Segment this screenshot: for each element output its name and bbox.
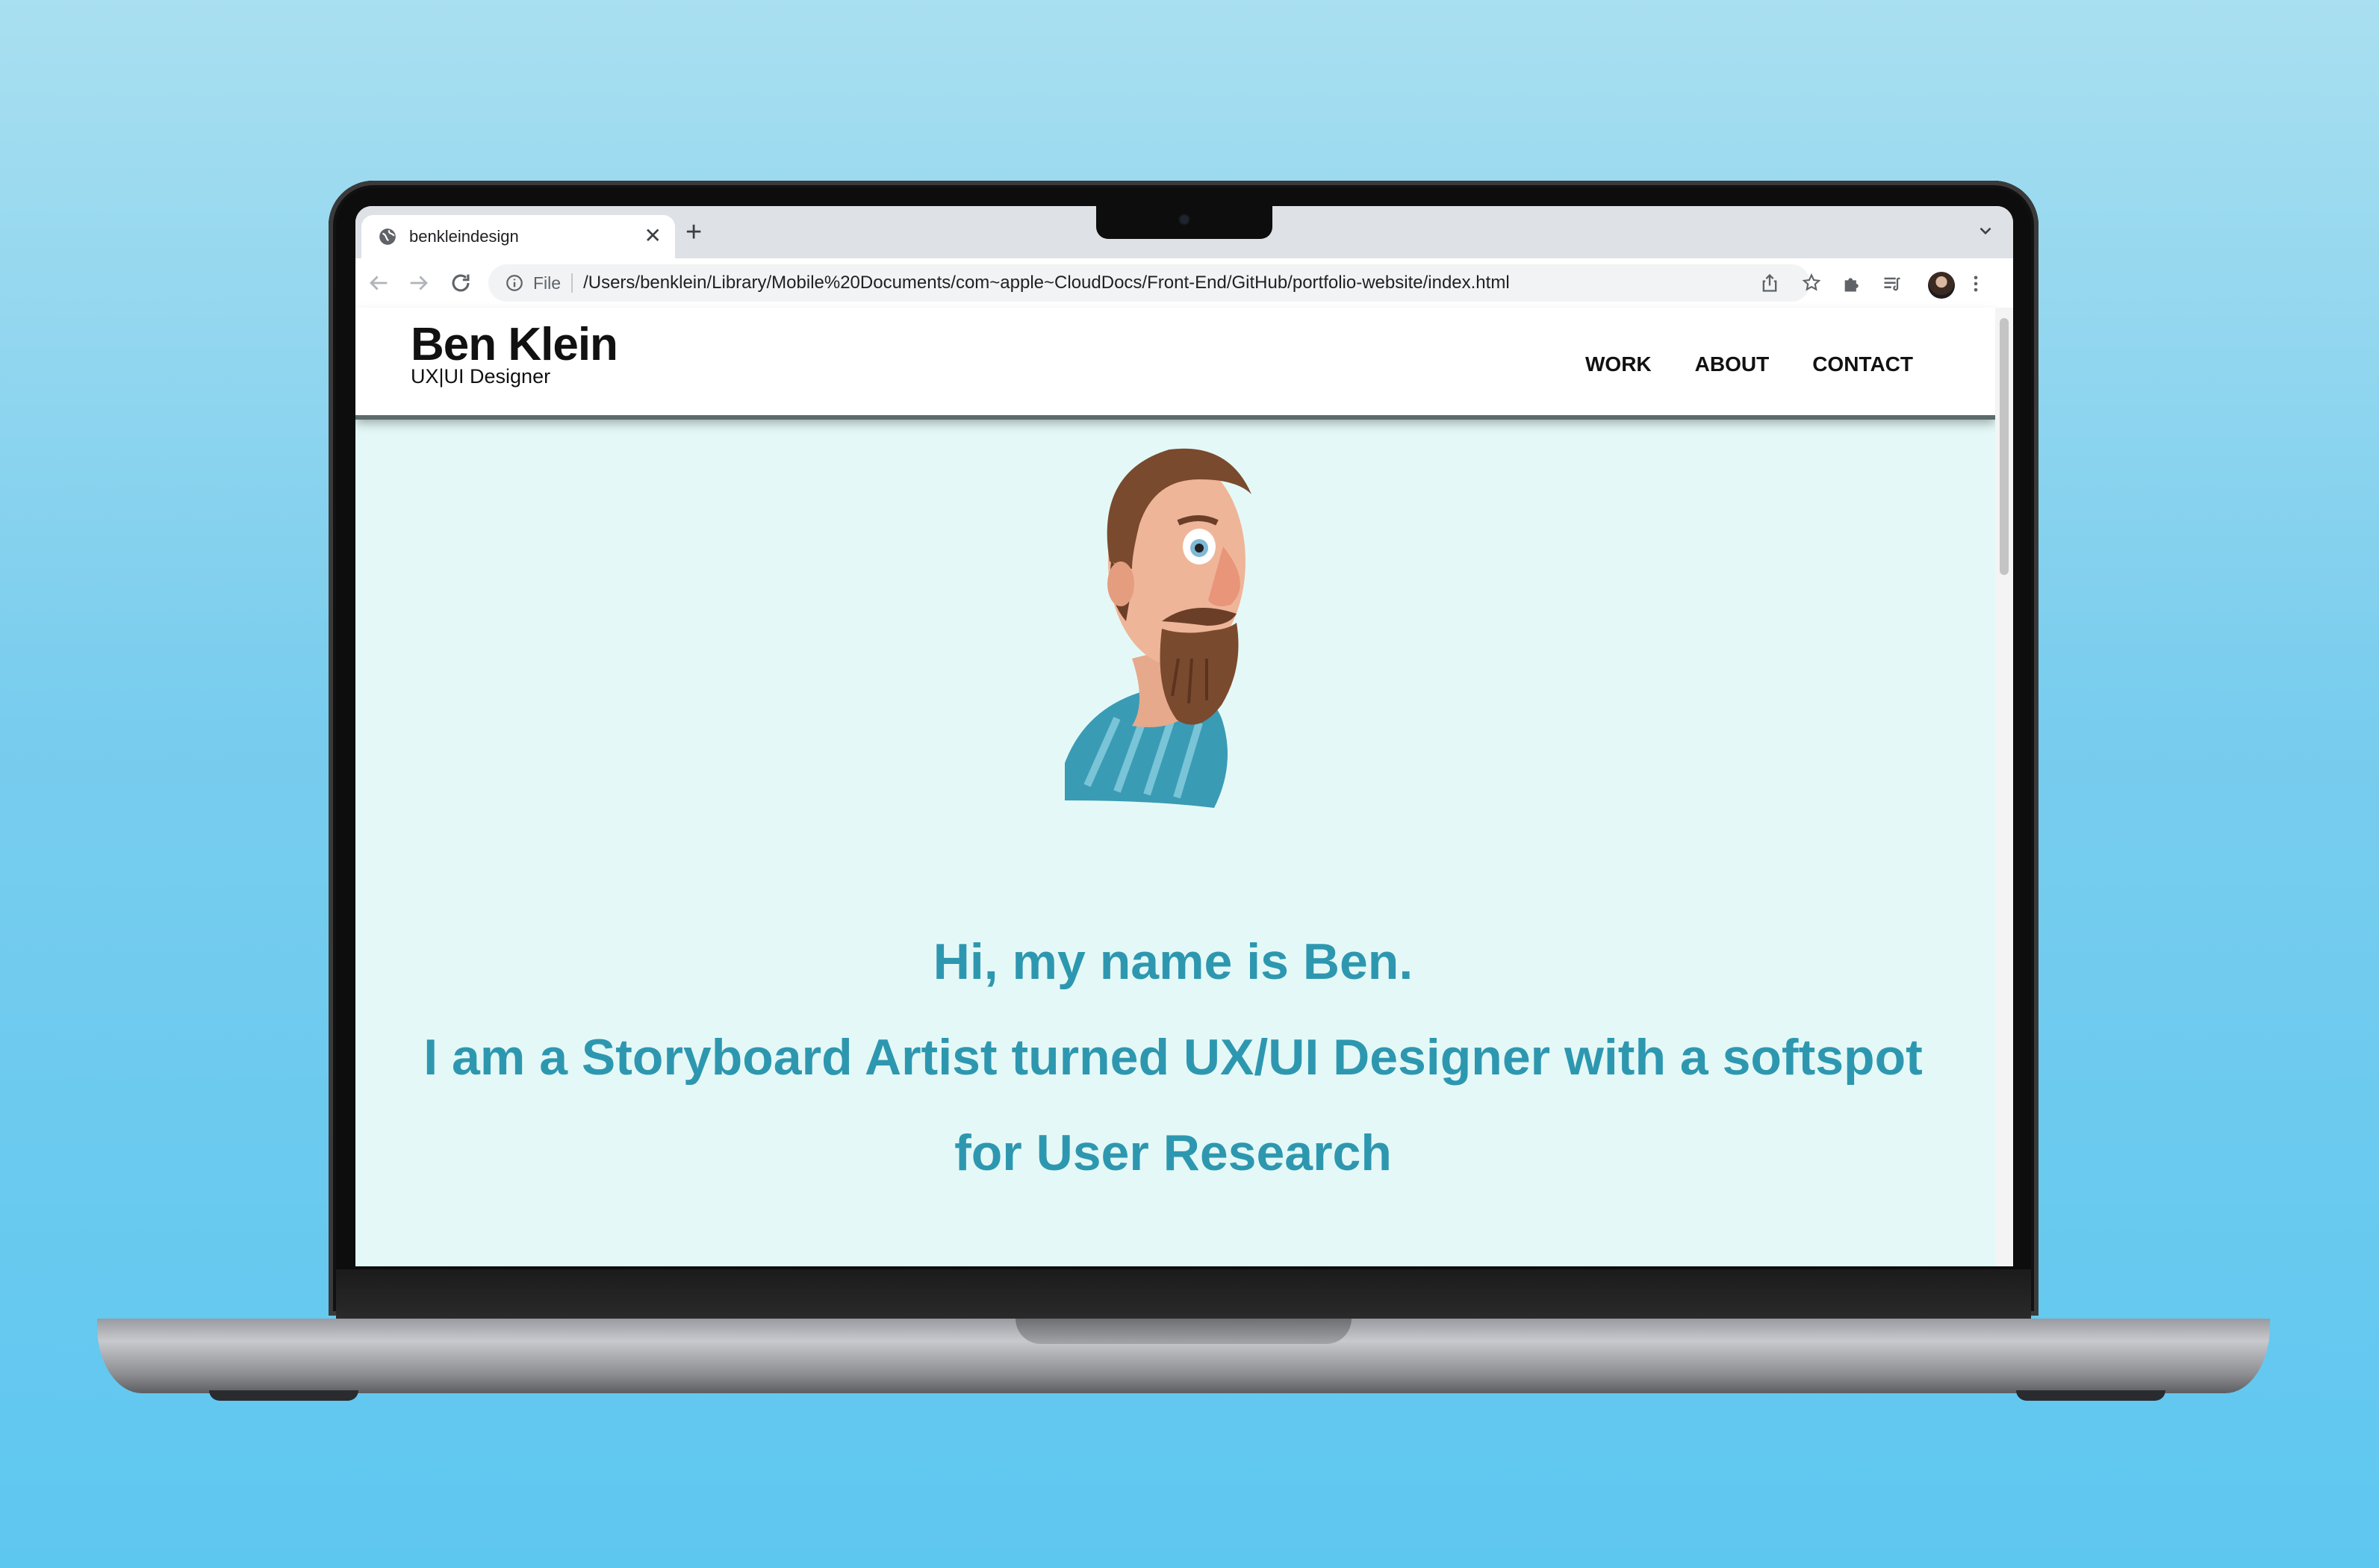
tab-title: benkleindesign — [409, 227, 519, 246]
share-icon[interactable] — [1759, 273, 1780, 293]
reading-list-icon[interactable] — [1882, 273, 1903, 294]
globe-icon — [379, 228, 396, 245]
brand-name: Ben Klein — [411, 319, 618, 370]
avatar[interactable] — [1928, 272, 1955, 299]
nav-link-about[interactable]: ABOUT — [1695, 352, 1770, 376]
chevron-down-icon[interactable] — [1976, 221, 1995, 240]
url-text[interactable]: /Users/benklein/Library/Mobile%20Documen… — [583, 273, 1510, 293]
more-icon[interactable] — [1965, 273, 1986, 294]
camera-icon — [1180, 215, 1189, 224]
laptop-chin — [336, 1269, 2031, 1319]
browser-tab[interactable]: benkleindesign ✕ — [361, 215, 675, 258]
laptop-foot — [2016, 1390, 2165, 1401]
hero-description: I am a Storyboard Artist turned UX/UI De… — [423, 1029, 1923, 1181]
site-nav: WORK ABOUT CONTACT — [1585, 352, 1913, 376]
scrollbar-thumb[interactable] — [2000, 318, 2009, 575]
scheme-label: File — [533, 273, 562, 293]
star-icon[interactable] — [1801, 273, 1822, 293]
laptop-foot — [209, 1390, 358, 1401]
nav-link-work[interactable]: WORK — [1585, 352, 1652, 376]
forward-icon[interactable] — [406, 270, 432, 296]
site-logo[interactable]: Ben Klein UX|UI Designer — [411, 319, 618, 388]
address-bar[interactable]: File /Users/benklein/Library/Mobile%20Do… — [488, 264, 1810, 302]
portrait-illustration — [1065, 448, 1251, 808]
browser-toolbar: File /Users/benklein/Library/Mobile%20Do… — [355, 258, 2013, 309]
plus-icon[interactable]: + — [685, 218, 702, 246]
page-scrollbar[interactable] — [1995, 308, 2013, 1266]
nav-link-contact[interactable]: CONTACT — [1812, 352, 1913, 376]
close-icon[interactable]: ✕ — [644, 225, 662, 246]
laptop-opening-notch — [1016, 1319, 1352, 1344]
hero-greeting: Hi, my name is Ben. — [933, 933, 1414, 990]
laptop-screen: benkleindesign ✕ + File /Users/benklein/… — [355, 206, 2013, 1266]
address-separator — [571, 273, 573, 293]
info-icon[interactable] — [505, 273, 524, 293]
puzzle-icon[interactable] — [1841, 273, 1862, 294]
reload-icon[interactable] — [448, 270, 473, 296]
back-icon[interactable] — [366, 270, 391, 296]
camera-notch — [1096, 206, 1272, 239]
hero-intro: Hi, my name is Ben. I am a Storyboard Ar… — [385, 914, 1961, 1201]
web-page: Ben Klein UX|UI Designer WORK ABOUT CONT… — [355, 308, 2013, 1266]
site-header: Ben Klein UX|UI Designer WORK ABOUT CONT… — [355, 308, 1995, 415]
